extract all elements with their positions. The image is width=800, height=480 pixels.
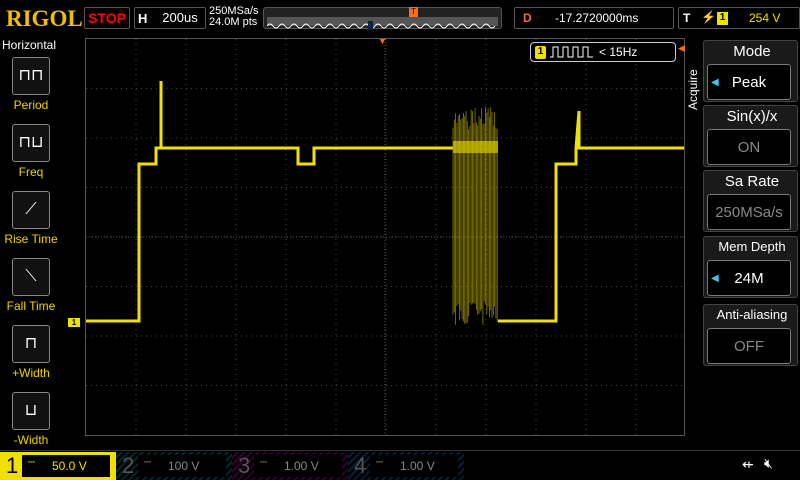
measurement-readout[interactable]: 1 < 15Hz: [530, 42, 676, 62]
channel-number: 2: [122, 452, 134, 480]
menu-item-value[interactable]: ◀ Peak: [707, 64, 791, 100]
channel-3-button[interactable]: 3 ⎓ 1.00 V: [232, 452, 348, 480]
timebase-value: 200us: [155, 8, 205, 28]
left-menu-label: Freq: [0, 165, 62, 179]
menu-item-value[interactable]: 250MSa/s: [707, 194, 791, 230]
menu-item-title: Sin(x)/x: [707, 108, 797, 125]
left-menu-label: Rise Time: [0, 232, 62, 246]
fall-time-icon: ⟍: [13, 259, 49, 295]
neg-width-icon: ⊔: [13, 393, 49, 429]
speaker-muted-icon[interactable]: 🔇︎: [764, 455, 773, 472]
menu-item-value-text: OFF: [734, 338, 764, 355]
trigger-level-arrow: ◀: [678, 43, 685, 54]
left-menu-label: +Width: [0, 366, 62, 380]
delay-box[interactable]: D -17.2720000ms: [514, 7, 674, 29]
left-menu-label: Fall Time: [0, 299, 62, 313]
period-wave-icon: [550, 46, 594, 58]
dc-coupling-icon: ⎓: [144, 451, 151, 473]
freq-icon: ⊓⊔: [13, 125, 49, 161]
menu-item-value[interactable]: OFF: [707, 328, 791, 364]
trigger-label: T: [683, 11, 690, 25]
usb-icon: ⇷: [742, 456, 754, 473]
ch1-trace: [498, 111, 684, 321]
delay-value: -17.2720000ms: [555, 11, 638, 25]
memory-overview[interactable]: T: [263, 7, 502, 29]
pos-width-icon: ⊓: [13, 326, 49, 362]
channel-number: 4: [354, 452, 366, 480]
rigol-logo: RIGOL: [6, 6, 83, 32]
trigger-box[interactable]: T ⚡ 1 254 V: [678, 7, 800, 29]
period-icon: ⊓⊓: [13, 58, 49, 94]
channel-2-button[interactable]: 2 ⎓ 100 V: [116, 452, 232, 480]
channel-1-button[interactable]: 1 ⎓ 50.0 V: [0, 452, 116, 480]
sample-info: 250MSa/s 24.0M pts: [209, 6, 259, 28]
waveform-grid[interactable]: [85, 38, 685, 436]
pos-width-button[interactable]: ⊓: [12, 325, 50, 363]
channel-number: 1: [6, 452, 18, 480]
acquire-side-label: Acquire: [686, 60, 700, 120]
rise-time-icon: ⟋: [13, 192, 49, 228]
freq-button[interactable]: ⊓⊔: [12, 124, 50, 162]
channel-scale-box: ⎓ 1.00 V: [254, 455, 342, 477]
left-menu-title: Horizontal: [2, 38, 56, 52]
memory-points: 24.0M pts: [209, 17, 259, 28]
left-menu-label: Period: [0, 98, 62, 112]
channel-number: 3: [238, 452, 250, 480]
arrow-left-icon: ◀: [711, 261, 719, 297]
channel-scale: 1.00 V: [400, 455, 435, 477]
menu-item-value-text: 250MSa/s: [715, 204, 783, 221]
menu-item-value-text: ON: [738, 139, 761, 156]
menu-item-title: Mode: [707, 43, 797, 60]
memory-waveform: [267, 17, 498, 26]
h-label: H: [138, 11, 147, 26]
menu-item-title: Mem Depth: [707, 239, 797, 254]
divider: [0, 450, 800, 451]
channel-4-button[interactable]: 4 ⎓ 1.00 V: [348, 452, 464, 480]
run-stop-status[interactable]: STOP: [84, 7, 130, 29]
left-menu-label: -Width: [0, 433, 62, 447]
rise-time-button[interactable]: ⟋: [12, 191, 50, 229]
dc-coupling-icon: ⎓: [376, 451, 383, 473]
measurement-value: < 15Hz: [599, 45, 637, 59]
ch1-trace: [86, 81, 453, 321]
channel-scale-box: ⎓ 1.00 V: [370, 455, 458, 477]
menu-item-value[interactable]: ◀ 24M: [707, 260, 791, 296]
dc-coupling-icon: ⎓: [260, 451, 267, 473]
menu-item-title: Anti-aliasing: [707, 307, 797, 322]
trigger-position-arrow: ▼: [378, 36, 387, 46]
dc-coupling-icon: ⎓: [28, 451, 35, 473]
channel-scale-box: ⎓ 100 V: [138, 455, 226, 477]
channel-scale: 50.0 V: [52, 455, 87, 477]
menu-item-value-text: Peak: [732, 74, 766, 91]
trigger-level: 254 V: [749, 11, 780, 25]
neg-width-button[interactable]: ⊔: [12, 392, 50, 430]
delay-label: D: [523, 11, 532, 25]
menu-item-title: Sa Rate: [707, 173, 797, 190]
period-button[interactable]: ⊓⊓: [12, 57, 50, 95]
fall-time-button[interactable]: ⟍: [12, 258, 50, 296]
trigger-position-marker: T: [409, 7, 418, 17]
timebase-box[interactable]: H 200us: [134, 7, 206, 29]
arrow-left-icon: ◀: [711, 65, 719, 101]
ch1-burst: [453, 106, 497, 325]
trigger-channel: 1: [717, 12, 728, 25]
menu-item-value[interactable]: ON: [707, 129, 791, 165]
ch1-burst-band: [453, 141, 498, 153]
channel-scale: 1.00 V: [284, 455, 319, 477]
measurement-channel: 1: [535, 46, 546, 59]
ch1-ground-marker[interactable]: 1: [68, 318, 80, 327]
rising-edge-icon: ⚡: [701, 10, 716, 24]
channel-scale: 100 V: [168, 455, 199, 477]
channel-scale-box: ⎓ 50.0 V: [22, 455, 110, 477]
menu-item-value-text: 24M: [734, 270, 763, 287]
